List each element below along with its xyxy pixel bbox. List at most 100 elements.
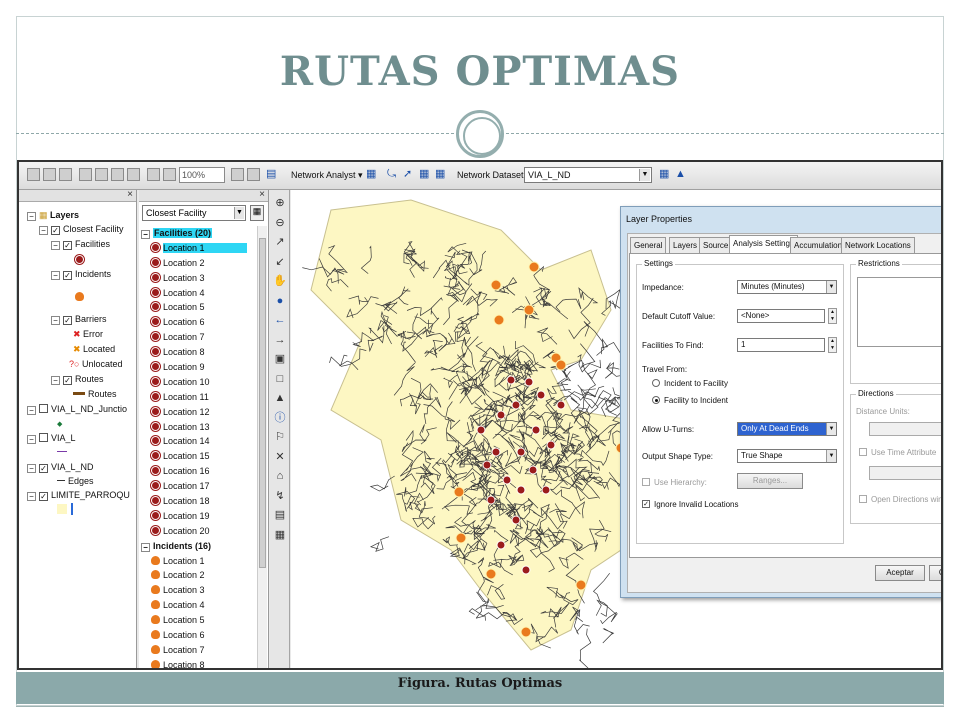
zoom-level-field[interactable]: 100% [179, 167, 225, 183]
incident-list-item[interactable]: Location 6 [141, 628, 257, 643]
measure-icon[interactable]: ⌂ [273, 469, 287, 483]
toc-item-via-l[interactable]: − VIA_L [27, 431, 76, 445]
facility-list-item[interactable]: Location 3 [141, 271, 257, 286]
checkbox-icon[interactable]: ✓ [39, 492, 48, 501]
incident-list-item[interactable]: Location 7 [141, 643, 257, 658]
fixed-zoom-out-icon[interactable]: ↙ [273, 255, 287, 269]
facility-marker[interactable] [496, 410, 506, 420]
facilities-group[interactable]: − Facilities (20) [141, 226, 257, 241]
collapse-icon[interactable]: − [27, 464, 36, 473]
toolbar-tool-icon[interactable] [59, 168, 72, 181]
restrictions-list[interactable] [857, 277, 941, 347]
facility-marker[interactable] [516, 447, 526, 457]
facility-marker[interactable] [496, 540, 506, 550]
toolbar-tool-icon[interactable] [111, 168, 124, 181]
na-settings-icon[interactable]: ▦ [659, 168, 669, 181]
facility-list-item[interactable]: Location 9 [141, 360, 257, 375]
toc-item-facilities[interactable]: − ✓ Facilities [51, 237, 110, 251]
solve-icon[interactable]: ▦ [419, 168, 429, 181]
facility-marker[interactable] [482, 460, 492, 470]
facility-list-item[interactable]: Location 11 [141, 390, 257, 405]
forward-arrow-icon[interactable]: → [273, 333, 287, 347]
collapse-icon[interactable]: − [51, 316, 60, 325]
incident-list-item[interactable]: Location 5 [141, 613, 257, 628]
incident-marker[interactable] [523, 304, 535, 316]
identify-icon[interactable]: ⓘ [273, 411, 287, 425]
impedance-select[interactable]: Minutes (Minutes) ▼ [737, 280, 837, 294]
globe-icon[interactable]: ● [273, 294, 287, 308]
facility-list-item[interactable]: Location 1 [141, 241, 257, 256]
facilities-stepper[interactable]: ▲ ▼ [828, 337, 837, 353]
incident-marker[interactable] [493, 314, 505, 326]
incident-marker[interactable] [455, 532, 467, 544]
select-location-icon[interactable]: ➚ [403, 168, 412, 181]
facility-list-item[interactable]: Location 16 [141, 464, 257, 479]
zoom-out-icon[interactable]: ⊖ [273, 216, 287, 230]
toc-item-closest-facility[interactable]: − ✓ Closest Facility [39, 222, 124, 236]
incident-marker[interactable] [555, 359, 567, 371]
facility-marker[interactable] [524, 377, 534, 387]
toolbar-tool-icon[interactable] [27, 168, 40, 181]
toolbar-tool-icon[interactable] [147, 168, 160, 181]
collapse-icon[interactable]: − [141, 230, 150, 239]
collapse-icon[interactable]: − [27, 212, 36, 221]
incident-list-item[interactable]: Location 1 [141, 554, 257, 569]
facility-marker[interactable] [491, 447, 501, 457]
toc-item-limite-parroquial[interactable]: − ✓ LIMITE_PARROQU [27, 488, 130, 502]
facility-list-item[interactable]: Location 2 [141, 256, 257, 271]
network-analyst-menu[interactable]: Network Analyst ▾ [291, 170, 363, 181]
incident-list-item[interactable]: Location 3 [141, 583, 257, 598]
toolbar-tool-icon[interactable] [79, 168, 92, 181]
clear-selection-icon[interactable]: □ [273, 372, 287, 386]
time-attribute-select[interactable] [869, 466, 941, 480]
checkbox-icon[interactable]: ✓ [63, 241, 72, 250]
facility-list-item[interactable]: Location 8 [141, 345, 257, 360]
facility-marker[interactable] [541, 485, 551, 495]
layer-properties-icon[interactable]: ▦ [250, 205, 264, 221]
incident-list-item[interactable]: Location 2 [141, 568, 257, 583]
collapse-icon[interactable]: − [51, 271, 60, 280]
facility-list-item[interactable]: Location 13 [141, 420, 257, 435]
use-hierarchy-checkbox[interactable] [642, 478, 650, 486]
facility-marker[interactable] [516, 485, 526, 495]
incident-marker[interactable] [485, 568, 497, 580]
pan-icon[interactable]: ✋ [273, 274, 287, 288]
collapse-icon[interactable]: − [51, 241, 60, 250]
toc-item-incidents[interactable]: − ✓ Incidents [51, 267, 111, 281]
facility-marker[interactable] [546, 440, 556, 450]
lightning-icon[interactable]: ↯ [273, 489, 287, 503]
checkbox-icon[interactable]: ✓ [63, 316, 72, 325]
facility-marker[interactable] [511, 515, 521, 525]
toolbar-tool-icon[interactable] [247, 168, 260, 181]
toolbar-tool-icon[interactable] [163, 168, 176, 181]
ranges-button[interactable]: Ranges... [737, 473, 803, 489]
toc-item-routes[interactable]: − ✓ Routes [51, 372, 104, 386]
collapse-icon[interactable]: − [39, 226, 48, 235]
tab-general[interactable]: General [630, 237, 667, 253]
checkbox-icon[interactable] [39, 404, 48, 413]
incidents-group[interactable]: − Incidents (16) [141, 539, 257, 554]
pointer-icon[interactable]: ▲ [273, 391, 287, 405]
facility-marker[interactable] [502, 475, 512, 485]
facility-list-item[interactable]: Location 4 [141, 286, 257, 301]
collapse-icon[interactable]: − [51, 376, 60, 385]
directions-icon[interactable]: ▦ [435, 168, 445, 181]
tab-source[interactable]: Source [699, 237, 733, 253]
na-builder-icon[interactable]: ▲ [675, 168, 686, 181]
layout-icon[interactable]: ▤ [266, 168, 276, 181]
tab-network-locations[interactable]: Network Locations [841, 237, 915, 253]
facility-marker[interactable] [528, 465, 538, 475]
facility-marker[interactable] [476, 425, 486, 435]
checkbox-icon[interactable]: ✓ [39, 464, 48, 473]
incident-list-item[interactable]: Location 4 [141, 598, 257, 613]
toolbar-tool-icon[interactable] [43, 168, 56, 181]
facilities-to-find-field[interactable]: 1 [737, 338, 825, 352]
use-time-attribute-checkbox[interactable] [859, 448, 867, 456]
distance-units-select[interactable] [869, 422, 941, 436]
toc-item-junctions[interactable]: − VIA_L_ND_Junctio [27, 402, 127, 416]
toolbar-tool-icon[interactable] [95, 168, 108, 181]
na-scrollbar[interactable] [257, 226, 267, 668]
facility-marker[interactable] [521, 565, 531, 575]
facility-list-item[interactable]: Location 17 [141, 479, 257, 494]
ignore-invalid-checkbox[interactable]: ✓ [642, 500, 650, 508]
